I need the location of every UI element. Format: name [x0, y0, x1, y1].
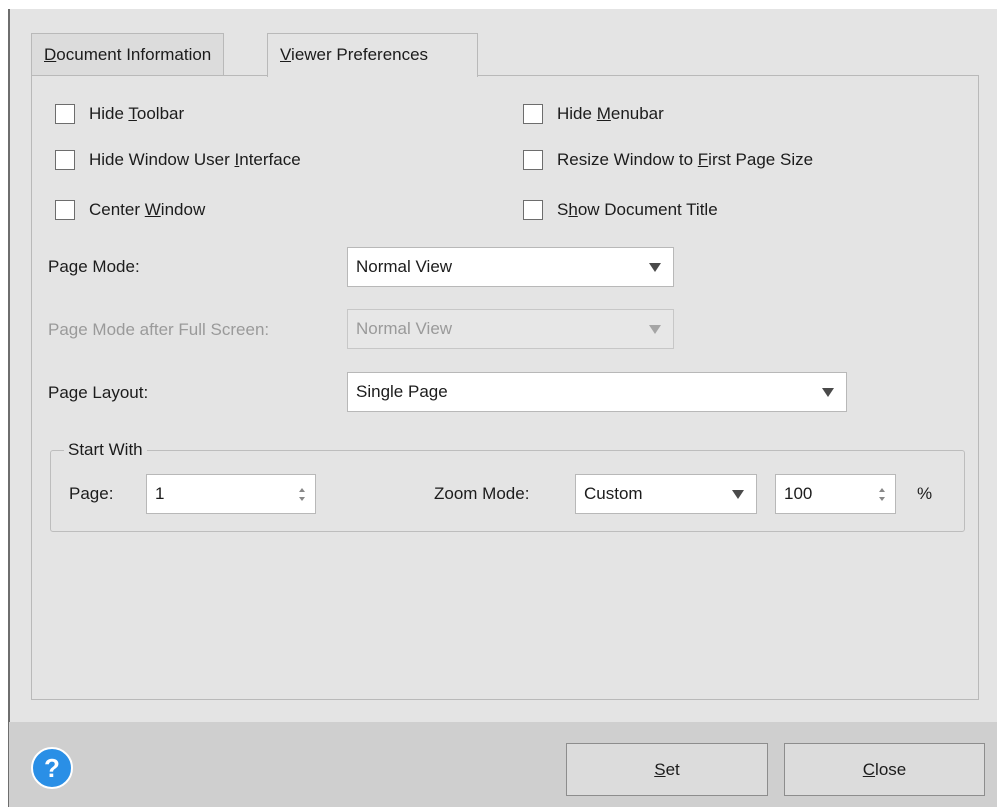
page-mode-fullscreen-select: Normal View	[347, 309, 674, 349]
zoom-mode-label: Zoom Mode:	[434, 484, 530, 503]
window-top-edge	[8, 0, 997, 9]
tab-label-post: iewer Preferences	[291, 45, 429, 64]
checkbox-box[interactable]	[55, 104, 75, 124]
resize-window-checkbox[interactable]: Resize Window to First Page Size	[523, 148, 813, 172]
zoom-mode-value: Custom	[584, 484, 643, 503]
checkbox-label: Hide Menubar	[557, 104, 664, 123]
spin-down-icon[interactable]	[299, 497, 305, 501]
tab-viewer-preferences[interactable]: Viewer Preferences	[267, 33, 478, 77]
page-mode-value: Normal View	[356, 257, 453, 276]
spin-down-icon[interactable]	[879, 497, 885, 501]
zoom-value-spinner[interactable]: 100	[775, 474, 896, 514]
page-layout-select[interactable]: Single Page	[347, 372, 847, 412]
checkbox-box[interactable]	[55, 200, 75, 220]
dropdown-arrow-icon	[649, 263, 661, 272]
tab-label-mnemonic: D	[44, 45, 57, 64]
dropdown-arrow-icon	[649, 325, 661, 334]
page-mode-select[interactable]: Normal View	[347, 247, 674, 287]
checkbox-box[interactable]	[523, 200, 543, 220]
set-button[interactable]: Set	[566, 743, 768, 796]
checkbox-label: Hide Window User Interface	[89, 150, 301, 169]
close-button[interactable]: Close	[784, 743, 985, 796]
zoom-mode-select[interactable]: Custom	[575, 474, 757, 514]
tab-label-mnemonic: V	[280, 45, 292, 64]
checkbox-box[interactable]	[523, 104, 543, 124]
dropdown-arrow-icon	[822, 388, 834, 397]
window-left-edge	[8, 0, 10, 807]
page-mode-label: Page Mode:	[48, 257, 140, 276]
zoom-value: 100	[784, 484, 813, 503]
spin-up-icon[interactable]	[879, 488, 885, 492]
checkbox-box[interactable]	[523, 150, 543, 170]
hide-window-ui-checkbox[interactable]: Hide Window User Interface	[55, 148, 301, 172]
tab-document-information[interactable]: Document Information	[31, 33, 225, 75]
help-icon[interactable]: ?	[31, 747, 73, 789]
zoom-unit-label: %	[917, 484, 933, 503]
start-with-title: Start With	[64, 438, 147, 462]
checkbox-label: Hide Toolbar	[89, 104, 185, 123]
page-layout-label: Page Layout:	[48, 383, 149, 402]
center-window-checkbox[interactable]: Center Window	[55, 198, 205, 222]
hide-menubar-checkbox[interactable]: Hide Menubar	[523, 102, 664, 126]
hide-toolbar-checkbox[interactable]: Hide Toolbar	[55, 102, 184, 126]
page-label: Page:	[69, 484, 114, 503]
spin-up-icon[interactable]	[299, 488, 305, 492]
page-number-value: 1	[155, 484, 165, 503]
checkbox-label: Center Window	[89, 200, 206, 219]
page-number-spinner[interactable]: 1	[146, 474, 316, 514]
page-layout-value: Single Page	[356, 382, 448, 401]
checkbox-label: Resize Window to First Page Size	[557, 150, 814, 169]
page-mode-fullscreen-label: Page Mode after Full Screen:	[48, 320, 270, 339]
page-mode-fullscreen-value: Normal View	[356, 319, 453, 338]
show-document-title-checkbox[interactable]: Show Document Title	[523, 198, 718, 222]
checkbox-label: Show Document Title	[557, 200, 718, 219]
dropdown-arrow-icon	[732, 490, 744, 499]
tab-label-post: ocument Information	[56, 45, 212, 64]
checkbox-box[interactable]	[55, 150, 75, 170]
